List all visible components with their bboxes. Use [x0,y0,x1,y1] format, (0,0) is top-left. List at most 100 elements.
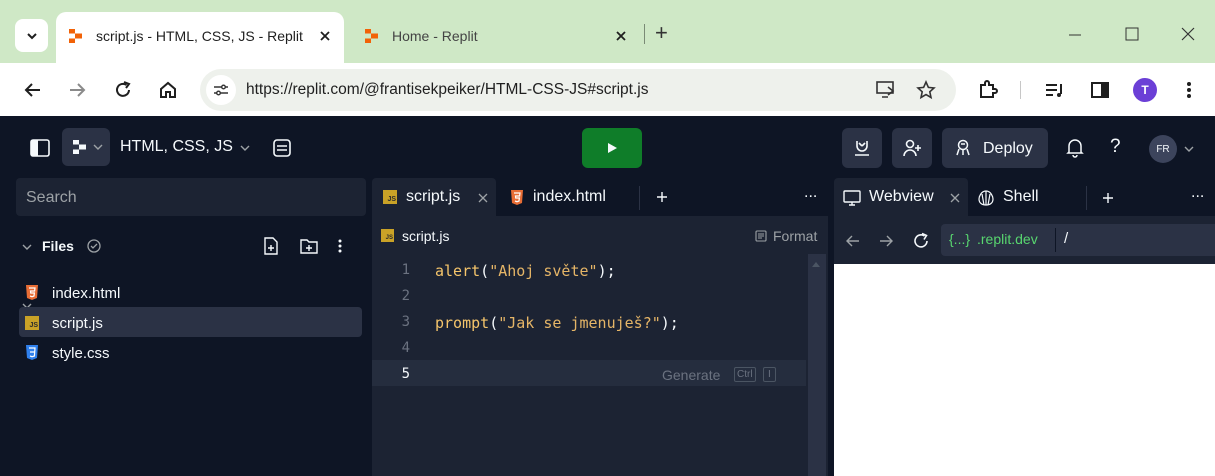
browser-toolbar: https://replit.com/@frantisekpeiker/HTML… [0,63,1215,116]
pane-more-button[interactable]: ... [1191,184,1204,202]
address-bar[interactable]: https://replit.com/@frantisekpeiker/HTML… [200,69,956,111]
format-icon [755,230,767,242]
side-panel-icon[interactable] [1090,81,1110,99]
chevron-down-icon[interactable] [1184,145,1194,153]
editor-breadcrumb-bar: JS script.js Format [372,218,828,252]
back-icon[interactable] [846,234,860,248]
js-file-icon: JS [25,316,39,330]
minimize-icon[interactable] [1068,28,1082,42]
chevron-down-icon[interactable] [240,144,250,152]
repl-name[interactable]: HTML, CSS, JS [120,138,233,156]
add-tab-icon[interactable] [656,191,668,203]
tab-webview[interactable]: Webview [834,178,968,216]
webview-content [834,264,1215,476]
deploy-icon [956,139,970,156]
profile-initial: T [1141,83,1149,97]
toolbar-divider [1020,81,1021,99]
more-options-icon[interactable] [336,238,344,254]
line-number: 3 [401,314,410,330]
home-icon[interactable] [158,80,178,100]
bookmark-star-icon[interactable] [916,80,936,100]
css-file-icon [26,345,38,360]
repl-info-icon[interactable] [272,138,292,158]
webview-url-input[interactable]: {...} .replit.dev / [941,224,1215,256]
invite-button[interactable] [892,128,932,168]
search-input[interactable]: Search [16,178,366,216]
code-punct: ( [480,262,490,280]
extensions-icon[interactable] [978,80,998,100]
add-tab-icon[interactable] [1102,192,1114,204]
generate-key-ctrl: Ctrl [734,367,756,382]
install-app-icon[interactable] [876,81,896,99]
browser-tab-active[interactable]: script.js - HTML, CSS, JS - Replit [56,12,344,63]
media-control-icon[interactable] [1045,82,1065,98]
workspace-header: HTML, CSS, JS Deploy ? FR [0,116,1215,178]
code-function: prompt [435,314,490,332]
file-name: script.js [52,315,103,332]
editor-scrollbar[interactable] [808,254,826,476]
replit-logo-icon [73,140,86,154]
list-item[interactable]: JS script.js [19,307,362,337]
reload-icon[interactable] [113,80,133,100]
sidebar-toggle-icon[interactable] [30,139,50,157]
new-file-icon[interactable] [263,237,279,255]
list-item[interactable]: style.css [19,337,362,367]
site-info-button[interactable] [206,75,236,105]
close-icon[interactable] [950,193,960,203]
browser-tab-title: Home - Replit [392,28,478,44]
close-tab-icon[interactable] [318,29,332,43]
code-punct: ); [660,314,679,332]
replit-menu-button[interactable] [62,128,110,166]
close-icon[interactable] [478,193,488,203]
tab-divider [639,186,640,210]
back-icon[interactable] [24,81,42,99]
browser-menu-icon[interactable] [1184,80,1194,100]
tab-label: Shell [1003,188,1039,205]
forward-icon[interactable] [879,234,893,248]
hosting-icon [855,141,869,156]
code-area[interactable]: 1 alert("Ahoj světe"); 2 3 prompt("Jak s… [372,254,828,476]
tab-index-html[interactable]: index.html [498,178,638,216]
breadcrumb[interactable]: script.js [402,228,449,244]
deploy-label: Deploy [983,140,1033,157]
notifications-bell-icon[interactable] [1066,138,1084,158]
code-punct: ( [489,314,499,332]
scroll-up-arrow[interactable] [812,262,820,267]
url-text: https://replit.com/@frantisekpeiker/HTML… [246,81,649,98]
chevron-down-icon[interactable] [22,243,32,251]
close-window-icon[interactable] [1181,27,1195,41]
profile-avatar[interactable]: T [1133,78,1157,102]
tab-label: script.js [406,188,461,205]
line-number: 4 [401,340,410,356]
hosting-button[interactable] [842,128,882,168]
deploy-button[interactable]: Deploy [942,128,1048,168]
forward-icon[interactable] [68,81,86,99]
editor-pane: JS script.js index.html ... JS script.js… [372,178,828,476]
list-item[interactable]: index.html [19,277,362,307]
code-string: "Jak se jmenuješ?" [498,314,661,332]
new-tab-button[interactable]: + [655,20,668,46]
tab-script-js[interactable]: JS script.js [372,178,496,216]
play-icon [608,143,617,153]
run-button[interactable] [582,128,642,168]
html-file-icon [511,190,523,205]
help-button[interactable]: ? [1110,136,1121,158]
file-name: index.html [52,285,121,302]
code-line-1: 1 alert("Ahoj světe"); [372,258,802,284]
reload-icon[interactable] [912,232,930,250]
pane-more-button[interactable]: ... [804,184,817,202]
url-domain: .replit.dev [977,231,1038,247]
format-button[interactable]: Format [773,228,817,244]
history-icon[interactable] [86,238,102,254]
new-folder-icon[interactable] [300,238,318,254]
maximize-icon[interactable] [1125,27,1139,41]
tab-search-button[interactable] [15,19,48,52]
browser-tab-inactive[interactable]: Home - Replit [352,12,642,56]
replit-workspace: HTML, CSS, JS Deploy ? FR Search Files i… [0,116,1215,476]
code-punct: ); [597,262,616,280]
files-header: Files [16,232,366,262]
user-avatar[interactable]: FR [1149,135,1177,163]
tab-shell[interactable]: Shell [969,178,1085,216]
close-tab-icon[interactable] [614,29,628,43]
chevron-down-icon [93,144,103,150]
